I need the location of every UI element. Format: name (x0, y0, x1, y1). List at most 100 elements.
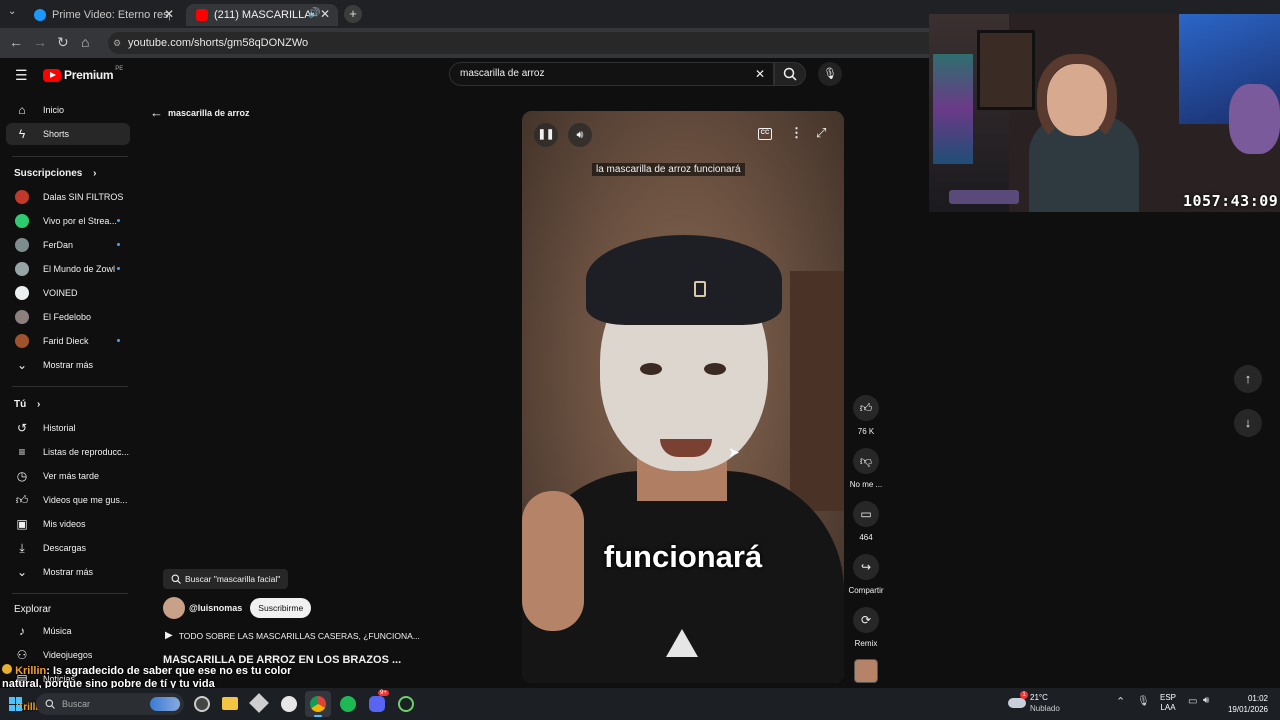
taskbar-app-discord-icon[interactable] (369, 696, 385, 712)
new-tab-button[interactable]: + (344, 5, 362, 23)
channel-handle[interactable]: @luisnomas (189, 603, 242, 613)
tab-audio-icon[interactable]: 🔊 (308, 8, 320, 19)
comments-button[interactable]: ▭ 464 (848, 501, 884, 542)
sidebar-item-shorts[interactable]: ϟ Shorts (6, 123, 130, 145)
weather-widget[interactable]: 1 21°C Nublado (1008, 691, 1078, 715)
back-to-search-button[interactable]: ← mascarilla de arroz (150, 105, 250, 120)
captions-button[interactable]: CC (758, 128, 772, 140)
sidebar-item-label: Ver más tarde (43, 471, 100, 481)
url-field[interactable]: ⚙ youtube.com/shorts/gm58qDONZWo (108, 32, 938, 54)
back-arrow-icon[interactable]: ← (9, 34, 23, 50)
sidebar-item-watch-later[interactable]: ◷ Ver más tarde (6, 465, 130, 487)
sidebar-divider (12, 593, 128, 594)
subscriptions-heading[interactable]: Suscripciones › (14, 168, 96, 179)
menu-icon[interactable]: ☰ (15, 67, 28, 84)
more-options-icon[interactable]: ⋮ (790, 125, 803, 141)
sidebar-subscription[interactable]: El Mundo de Zowl (6, 258, 130, 280)
you-heading[interactable]: Tú › (14, 399, 40, 410)
channel-avatar (15, 310, 29, 324)
sidebar-subscription[interactable]: Vivo por el Strea... (6, 210, 130, 232)
tab-youtube-active[interactable]: (211) MASCARILLA DE ARR 🔊 ✕ (186, 4, 338, 26)
sidebar-item-music[interactable]: ♪ Música (6, 620, 130, 642)
start-button[interactable] (9, 697, 23, 711)
share-button[interactable]: ↪ Compartir (845, 554, 887, 595)
logo-text: Premium (64, 68, 114, 82)
fullscreen-icon[interactable]: ⤢ (816, 125, 826, 141)
sidebar-subscription[interactable]: VOINED (6, 282, 130, 304)
taskbar-app-chrome-active[interactable] (305, 691, 331, 717)
remix-label: Remix (854, 639, 878, 648)
sidebar-item-my-videos[interactable]: ▣ Mis videos (6, 513, 130, 535)
tray-microphone-icon[interactable]: 🎙︎ (1137, 696, 1150, 707)
clear-search-icon[interactable]: ✕ (755, 63, 765, 85)
chat-emote-icon (2, 664, 12, 674)
show-more-subscriptions[interactable]: ⌄ Mostrar más (6, 354, 130, 376)
chevron-down-icon: ⌄ (16, 565, 28, 579)
search-button[interactable] (774, 62, 806, 86)
channel-avatar (15, 262, 29, 276)
sidebar-item-label: Inicio (43, 105, 65, 115)
remix-button[interactable]: ⟳ Remix (848, 607, 884, 648)
remix-icon: ⟳ (853, 607, 879, 633)
channel-name: Farid Dieck (43, 336, 89, 346)
taskbar-search[interactable]: Buscar (36, 693, 184, 715)
sidebar-item-inicio[interactable]: ⌂ Inicio (6, 99, 130, 121)
related-search-chip[interactable]: Buscar "mascarilla facial" (163, 569, 289, 589)
play-icon: ▶ (165, 630, 173, 641)
sidebar-item-gaming[interactable]: ⚇ Videojuegos (6, 644, 130, 666)
home-icon[interactable]: ⌂ (81, 34, 89, 50)
taskbar-app-xbox-icon[interactable] (398, 696, 414, 712)
sound-source-avatar[interactable] (854, 659, 878, 683)
volume-button[interactable]: 🔊︎ (568, 123, 592, 147)
next-short-button[interactable]: ↓ (1234, 409, 1262, 437)
voice-search-button[interactable]: 🎙 (818, 62, 842, 86)
search-input[interactable]: mascarilla de arroz ✕ (449, 62, 774, 86)
like-button[interactable]: 👍︎ 76 K (848, 395, 884, 436)
reload-icon[interactable]: ↻ (57, 34, 69, 51)
sidebar-item-playlists[interactable]: ≡ Listas de reproducc... (6, 441, 130, 463)
youtube-logo[interactable]: Premium PE (43, 66, 123, 82)
pause-button[interactable]: ❚❚ (534, 123, 558, 147)
tab-close-icon[interactable]: ✕ (164, 7, 174, 21)
sidebar-item-liked-videos[interactable]: 👍︎ Videos que me gus... (6, 489, 130, 511)
site-info-icon[interactable]: ⚙ (113, 32, 121, 54)
back-arrow-icon: ← (150, 105, 163, 120)
sidebar-subscription[interactable]: Dalas SIN FILTROS (6, 186, 130, 208)
taskbar-app-recording-icon[interactable] (194, 696, 210, 712)
playlist-link[interactable]: ▶ TODO SOBRE LAS MASCARILLAS CASERAS, ¿F… (165, 630, 420, 641)
webcam-monitor (977, 30, 1035, 110)
tab-list-chevron-icon[interactable]: ⌄ (8, 6, 16, 17)
channel-avatar[interactable] (163, 597, 185, 619)
taskbar-app-file-explorer-icon[interactable] (222, 697, 238, 710)
short-video-player[interactable]: ❚❚ 🔊︎ CC ⋮ ⤢ la mascarilla de arroz func… (522, 111, 844, 683)
tab-close-icon[interactable]: ✕ (320, 7, 330, 21)
language-indicator[interactable]: ESP LAA (1160, 693, 1176, 713)
download-icon: ⤓ (19, 540, 25, 555)
my-videos-icon: ▣ (16, 517, 28, 531)
taskbar-app-spotify-icon[interactable] (340, 696, 356, 712)
closed-caption: la mascarilla de arroz funcionará (592, 163, 745, 176)
sidebar-item-label: Mostrar más (43, 567, 94, 577)
sidebar-subscription[interactable]: FerDan (6, 234, 130, 256)
tray-volume-icon[interactable]: 🔊︎ (1203, 695, 1209, 706)
channel-name: El Fedelobo (43, 312, 92, 322)
clock[interactable]: 01:02 19/01/2026 (1222, 693, 1268, 715)
tray-chevron-up-icon[interactable]: ⌃ (1116, 695, 1125, 708)
taskbar-app-unity-icon[interactable] (249, 693, 269, 713)
sidebar-subscription[interactable]: Farid Dieck (6, 330, 130, 352)
channel-avatar (15, 334, 29, 348)
stream-timer: 1057:43:09 (1183, 192, 1279, 210)
tab-prime-video[interactable]: Prime Video: Eterno resplandor ✕ (24, 4, 182, 26)
sidebar-item-historial[interactable]: ↺ Historial (6, 417, 130, 439)
show-more-you[interactable]: ⌄ Mostrar más (6, 561, 130, 583)
forward-arrow-icon[interactable]: → (33, 34, 47, 50)
volume-icon: 🔊︎ (576, 129, 584, 141)
dislike-button[interactable]: 👎︎ No me ... (848, 448, 884, 489)
chat-message: : Is agradecido de saber que ese no es t… (2, 665, 292, 690)
taskbar-app-steam-icon[interactable] (281, 696, 297, 712)
subscribe-button[interactable]: Suscribirme (250, 598, 312, 618)
sidebar-subscription[interactable]: El Fedelobo (6, 306, 130, 328)
sidebar-item-downloads[interactable]: ⤓ Descargas (6, 537, 130, 559)
previous-short-button[interactable]: ↑ (1234, 365, 1262, 393)
tray-display-icon[interactable]: ▭ (1188, 696, 1197, 707)
